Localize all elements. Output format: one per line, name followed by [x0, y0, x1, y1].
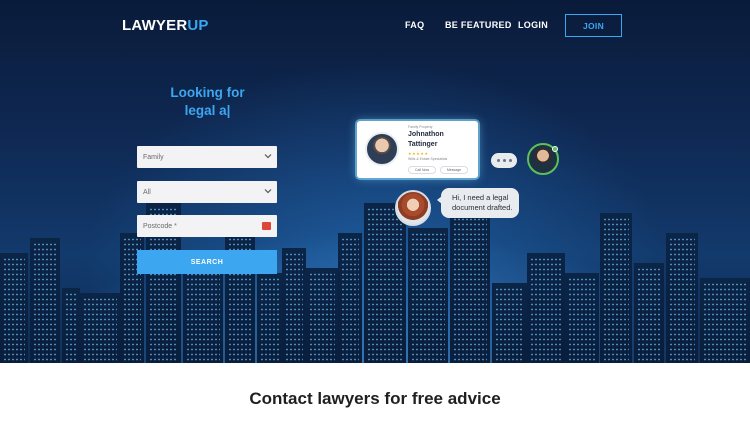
logo-text-accent: UP — [187, 17, 209, 34]
call-now-button[interactable]: Call Now — [408, 166, 436, 174]
hero-section: LAWYERUP FAQ BE FEATURED LOGIN JOIN Look… — [0, 0, 750, 363]
search-button[interactable]: SEARCH — [137, 250, 277, 274]
nav-faq[interactable]: FAQ — [405, 20, 424, 30]
lawyerup-logo[interactable]: LAWYERUP — [122, 17, 209, 34]
lawyer-name: Johnathon Tattinger — [408, 130, 468, 150]
nav-be-featured[interactable]: BE FEATURED — [445, 20, 512, 30]
headline-line-2: legal a| — [184, 103, 231, 118]
typing-dot — [508, 159, 512, 162]
message-button[interactable]: Message — [440, 166, 468, 174]
postcode-input[interactable]: Postcode * — [137, 215, 277, 237]
hero-headline: Looking for legal a| — [140, 84, 275, 120]
location-icon — [262, 222, 271, 230]
typing-dot — [496, 159, 500, 162]
practice-area-select[interactable]: Family — [137, 146, 277, 168]
online-status-dot — [552, 146, 558, 152]
lawyer-avatar — [365, 132, 399, 166]
nav-login[interactable]: LOGIN — [518, 20, 548, 30]
postcode-placeholder: Postcode * — [143, 222, 177, 230]
chevron-down-icon — [264, 189, 272, 194]
lawyer-specialty: Wills & Estate Specialists — [408, 157, 448, 161]
chevron-down-icon — [264, 154, 272, 159]
chat-message-bubble: Hi, I need a legal document drafted. — [437, 188, 519, 218]
typing-dot — [502, 159, 506, 162]
lawyer-profile-card: Family Property Johnathon Tattinger ★★★★… — [357, 121, 478, 178]
practice-area-value: Family — [143, 153, 164, 161]
logo-text-main: LAWYER — [122, 17, 188, 34]
lawyer-practice-tag: Family Property — [408, 125, 433, 129]
section-title: Contact lawyers for free advice — [249, 389, 501, 408]
rating-stars: ★★★★★ — [408, 151, 429, 156]
typing-indicator — [491, 153, 517, 168]
chat-user-avatar — [395, 190, 431, 226]
join-button[interactable]: JOIN — [565, 14, 622, 37]
headline-line-1: Looking for — [170, 85, 245, 100]
lawyer-first-name: Johnathon — [408, 131, 444, 138]
filter-value: All — [143, 188, 151, 196]
chat-message-line-1: Hi, I need a legal — [452, 193, 509, 202]
chat-message-line-2: document drafted. — [452, 202, 513, 212]
filter-select[interactable]: All — [137, 181, 277, 203]
lawyer-last-name: Tattinger — [408, 141, 438, 148]
